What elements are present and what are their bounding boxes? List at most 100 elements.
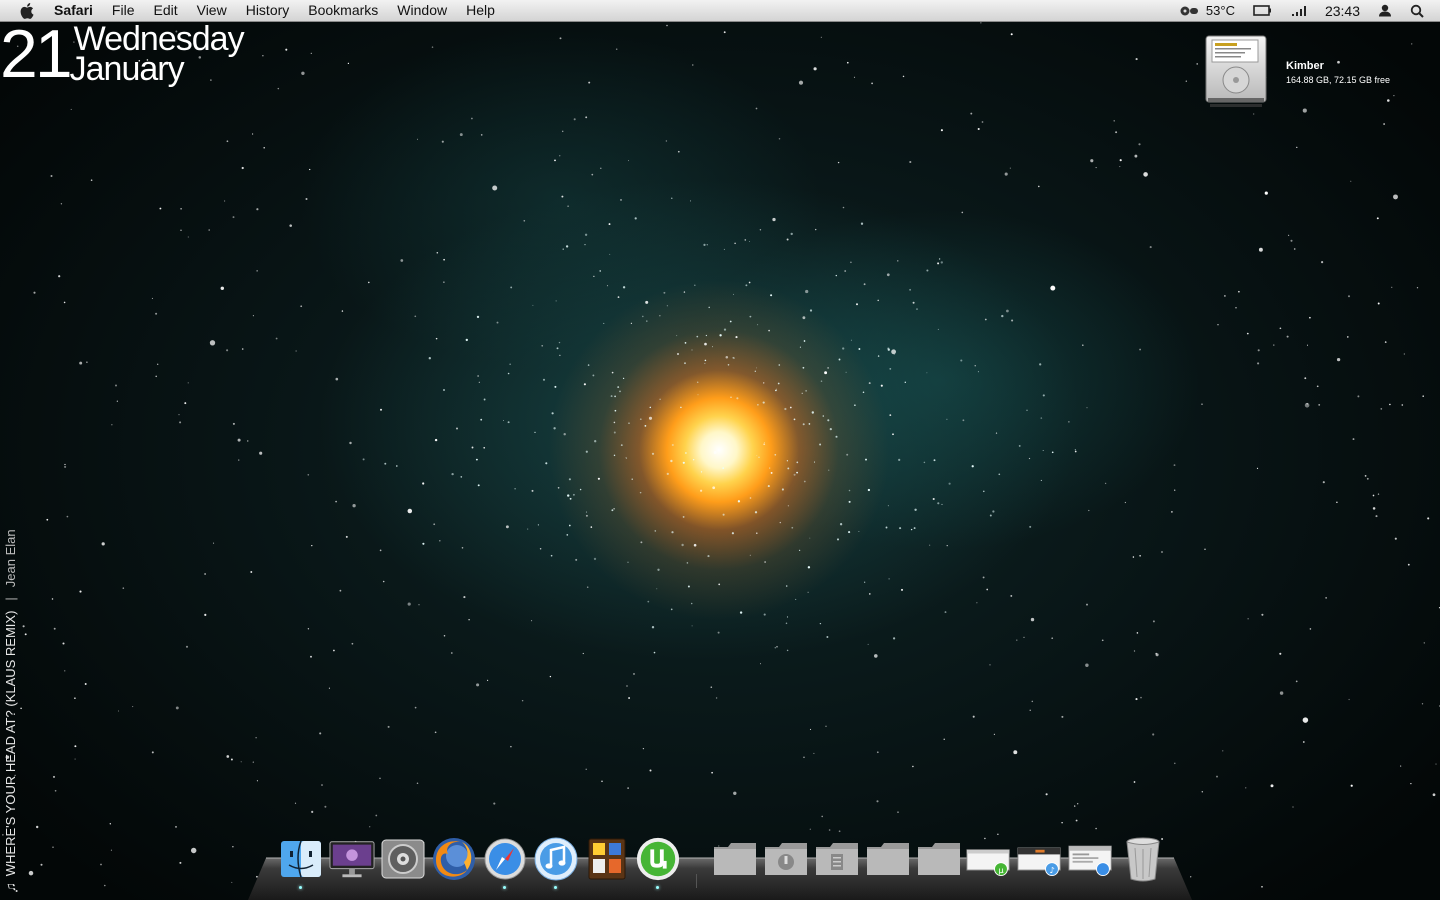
- dock-folder-documents[interactable]: [814, 836, 860, 882]
- star: [641, 315, 644, 318]
- star: [1013, 750, 1018, 755]
- spotlight-search-icon: [1410, 4, 1424, 18]
- dock-firefox[interactable]: [431, 836, 477, 882]
- star: [567, 494, 570, 497]
- dock-system-preferences[interactable]: [380, 836, 426, 882]
- menu-history[interactable]: History: [246, 0, 290, 21]
- dock-folder-downloads[interactable]: [763, 836, 809, 882]
- star: [1104, 482, 1107, 485]
- star: [809, 728, 812, 730]
- dock-display[interactable]: [329, 836, 375, 882]
- dock-minimized-utorrent[interactable]: µ: [966, 836, 1012, 882]
- menu-bookmarks[interactable]: Bookmarks: [308, 0, 378, 21]
- dock-dashboard[interactable]: [584, 836, 630, 882]
- dock-minimized-safari[interactable]: [1068, 836, 1114, 882]
- star: [1139, 348, 1142, 351]
- dock-itunes[interactable]: [533, 836, 579, 889]
- dock-folder-applications[interactable]: [712, 836, 758, 882]
- star: [759, 663, 762, 665]
- user-status[interactable]: [1378, 4, 1392, 17]
- star: [647, 600, 650, 603]
- star: [339, 589, 342, 592]
- star: [912, 301, 915, 304]
- star: [301, 71, 305, 76]
- apple-menu-icon[interactable]: [20, 2, 38, 19]
- star: [422, 542, 425, 545]
- star: [648, 416, 653, 420]
- running-indicator: [554, 886, 557, 889]
- star: [179, 861, 182, 864]
- star: [863, 283, 866, 286]
- star: [1135, 698, 1138, 701]
- menu-help[interactable]: Help: [466, 0, 495, 21]
- wifi-status[interactable]: [1291, 5, 1307, 17]
- star: [549, 675, 552, 678]
- star: [1403, 353, 1405, 355]
- star: [805, 289, 809, 294]
- star: [468, 618, 470, 621]
- star: [974, 365, 976, 367]
- star: [493, 802, 496, 805]
- dock-finder[interactable]: [278, 836, 324, 889]
- star: [1101, 639, 1104, 642]
- star: [255, 737, 257, 739]
- star: [159, 207, 162, 210]
- star: [749, 240, 750, 242]
- star: [1286, 335, 1289, 338]
- star: [521, 699, 524, 702]
- star: [856, 303, 858, 306]
- star: [980, 22, 982, 24]
- dock-safari[interactable]: [482, 836, 528, 889]
- menu-app-name[interactable]: Safari: [54, 0, 93, 21]
- star: [309, 168, 311, 171]
- running-indicator: [656, 886, 659, 889]
- star: [613, 431, 616, 434]
- menu-edit[interactable]: Edit: [153, 0, 177, 21]
- star: [307, 473, 310, 476]
- star: [1384, 341, 1387, 343]
- battery-status[interactable]: [1253, 5, 1273, 16]
- star: [294, 802, 297, 804]
- star: [666, 472, 669, 476]
- star: [603, 322, 605, 324]
- star: [117, 710, 120, 712]
- star: [1372, 507, 1376, 510]
- star: [594, 440, 597, 443]
- star: [737, 500, 741, 503]
- star: [460, 476, 463, 478]
- dock-folder-4[interactable]: [916, 836, 962, 882]
- star: [946, 418, 948, 420]
- dock-minimized-itunes[interactable]: ♪: [1017, 836, 1063, 882]
- star: [1389, 403, 1391, 406]
- star: [798, 80, 804, 85]
- star: [565, 245, 569, 248]
- hard-disk-label[interactable]: Kimber 164.88 GB, 72.15 GB free: [1286, 60, 1390, 85]
- star: [787, 467, 790, 470]
- star: [735, 336, 738, 339]
- menubar-clock[interactable]: 23:43: [1325, 3, 1360, 19]
- star: [542, 378, 546, 381]
- menu-file[interactable]: File: [112, 0, 135, 21]
- spotlight-button[interactable]: [1410, 4, 1424, 18]
- star: [416, 138, 419, 140]
- dock-utorrent[interactable]: [635, 836, 681, 889]
- star: [926, 269, 929, 272]
- star: [1074, 805, 1076, 807]
- star: [971, 465, 974, 468]
- dock-trash[interactable]: [1120, 836, 1166, 882]
- star: [1273, 344, 1275, 346]
- star: [809, 309, 813, 312]
- folder-icon: [867, 843, 909, 875]
- dock-folder-3[interactable]: [865, 836, 911, 882]
- star: [395, 465, 398, 467]
- star: [585, 768, 587, 770]
- temperature-status[interactable]: 53°C: [1180, 3, 1235, 18]
- menu-view[interactable]: View: [197, 0, 227, 21]
- star: [827, 367, 829, 369]
- star: [157, 363, 159, 365]
- star: [86, 361, 88, 364]
- hard-disk-icon[interactable]: [1204, 34, 1268, 108]
- star: [933, 459, 936, 462]
- menu-window[interactable]: Window: [397, 0, 447, 21]
- star: [793, 418, 796, 421]
